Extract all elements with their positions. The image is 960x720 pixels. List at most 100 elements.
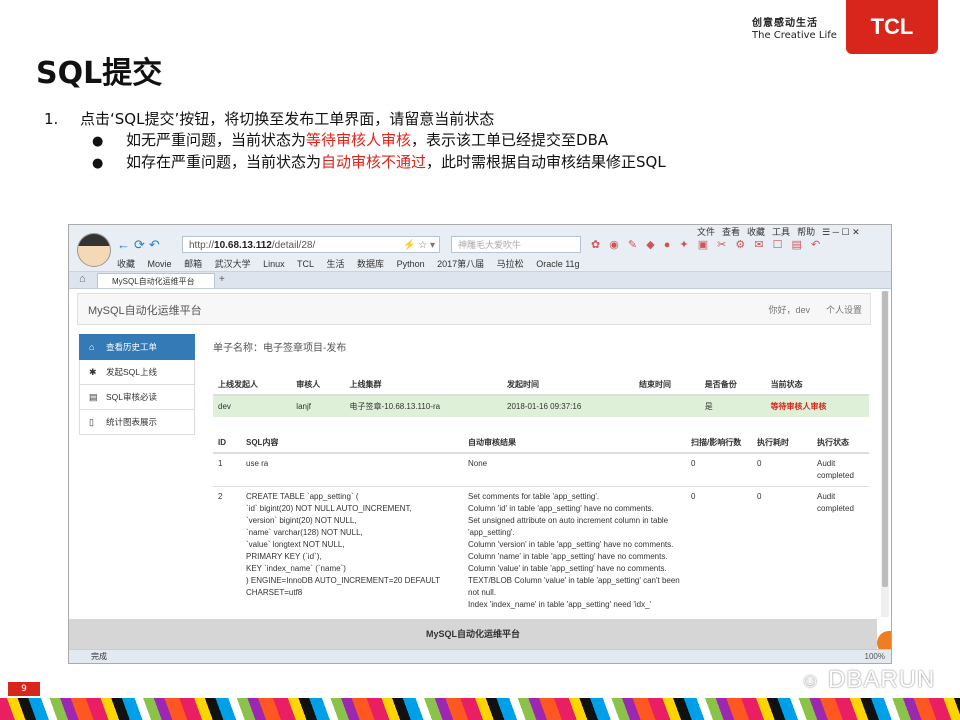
form-name: 单子名称：电子签章项目-发布 xyxy=(213,339,346,354)
col-header: 执行状态 xyxy=(812,433,869,454)
bookmark-item[interactable]: Python xyxy=(397,259,425,269)
cell-result: None xyxy=(463,452,686,487)
status-badge: 等待审核人审核 xyxy=(765,395,869,417)
menu-help[interactable]: 帮助 xyxy=(797,227,815,237)
workflow-table: 上线发起人 审核人 上线集群 发起时间 结束时间 是否备份 当前状态 dev l… xyxy=(213,375,869,417)
cell-time: 0 xyxy=(752,486,812,615)
tab-bar: ⌂ MySQL自动化运维平台 + xyxy=(69,272,891,289)
col-header: 上线发起人 xyxy=(213,375,292,396)
bookmark-item[interactable]: 武汉大学 xyxy=(215,259,251,269)
col-header: 扫描/影响行数 xyxy=(686,433,752,454)
sidebar-item-submit-sql[interactable]: ✱ 发起SQL上线 xyxy=(79,360,195,385)
app-footer: MySQL自动化运维平台 xyxy=(69,619,877,649)
table-header: ID SQL内容 自动审核结果 扫描/影响行数 执行耗时 执行状态 xyxy=(213,433,869,454)
address-bar[interactable]: http://10.68.13.112/detail/28/ ⚡ ☆ ▾ xyxy=(182,236,440,253)
scroll-thumb[interactable] xyxy=(882,291,888,587)
cell-cluster: 电子签章-10.68.13.110-ra xyxy=(344,395,503,417)
app-title[interactable]: MySQL自动化运维平台 xyxy=(88,302,202,318)
menu-view[interactable]: 查看 xyxy=(722,227,740,237)
sub2-pre: 如存在严重问题，当前状态为 xyxy=(126,153,322,171)
back-icon[interactable]: ← xyxy=(117,237,134,252)
address-path: /detail/28/ xyxy=(271,240,316,251)
cell-result: Set comments for table 'app_setting'. Co… xyxy=(463,486,686,615)
detail-table: ID SQL内容 自动审核结果 扫描/影响行数 执行耗时 执行状态 1 use … xyxy=(213,433,869,615)
cell-status: Audit completed xyxy=(812,452,869,487)
menu-tools[interactable]: 工具 xyxy=(772,227,790,237)
sidebar-item-history[interactable]: ⌂ 查看历史工单 xyxy=(79,334,195,360)
address-prefix: http:// xyxy=(189,240,215,251)
bookmark-item[interactable]: 收藏 xyxy=(117,259,135,269)
col-header: SQL内容 xyxy=(241,433,463,454)
bookmark-item[interactable]: Movie xyxy=(148,259,172,269)
cell-submitter: dev xyxy=(213,395,292,417)
cell-status: Audit completed xyxy=(812,486,869,615)
cell-end-time xyxy=(634,395,700,417)
new-tab-icon[interactable]: + xyxy=(219,274,225,285)
book-icon: ▤ xyxy=(89,392,98,402)
bullet-dot-icon: ● xyxy=(92,134,104,149)
cell-rows: 0 xyxy=(686,452,752,487)
asterisk-icon: ✱ xyxy=(89,367,97,377)
col-header: 当前状态 xyxy=(765,375,869,396)
settings-menu[interactable]: 个人设置 xyxy=(826,303,862,316)
avatar[interactable] xyxy=(77,233,111,267)
bookmark-item[interactable]: 邮箱 xyxy=(184,259,202,269)
sub1-post: ，表示该工单已经提交至DBA xyxy=(411,131,609,149)
table-row: dev lanjf 电子签章-10.68.13.110-ra 2018-01-1… xyxy=(213,395,869,417)
sub1-pre: 如无严重问题，当前状态为 xyxy=(126,131,307,149)
table-row: 1 use ra None 0 0 Audit completed xyxy=(213,452,869,487)
cell-id: 1 xyxy=(213,452,241,487)
cell-sql: use ra xyxy=(241,452,463,487)
slide-title: SQL提交 xyxy=(36,56,163,91)
form-name-label: 单子名称： xyxy=(213,343,263,354)
search-input[interactable]: 神雕毛大爱吹牛 xyxy=(451,236,581,253)
scrollbar[interactable] xyxy=(881,291,889,617)
browser-toolbar: ←⟳↶ http://10.68.13.112/detail/28/ ⚡ ☆ ▾… xyxy=(69,225,891,272)
bullet-text: 点击‘SQL提交’按钮，将切换至发布工单界面，请留意当前状态 xyxy=(80,110,495,128)
bookmark-item[interactable]: 马拉松 xyxy=(497,259,524,269)
home-icon[interactable]: ⌂ xyxy=(79,273,86,285)
cell-reviewer: lanjf xyxy=(291,395,345,417)
star-icon[interactable]: ⚡ ☆ ▾ xyxy=(403,237,435,254)
col-header: 执行耗时 xyxy=(752,433,812,454)
bookmark-item[interactable]: 生活 xyxy=(327,259,345,269)
form-name-value: 电子签章项目-发布 xyxy=(263,343,347,354)
sidebar-item-audit-guide[interactable]: ▤ SQL审核必读 xyxy=(79,385,195,410)
bullet-item-1: 1. 点击‘SQL提交’按钮，将切换至发布工单界面，请留意当前状态 xyxy=(44,109,666,130)
col-header: 结束时间 xyxy=(634,375,700,396)
zoom-level[interactable]: 100% xyxy=(865,650,885,663)
menu-file[interactable]: 文件 xyxy=(697,227,715,237)
browser-tab[interactable]: MySQL自动化运维平台 xyxy=(97,273,215,288)
bookmark-item[interactable]: 2017第八届 xyxy=(437,259,484,269)
table-header: 上线发起人 审核人 上线集群 发起时间 结束时间 是否备份 当前状态 xyxy=(213,375,869,396)
sub-bullet-2: ● 如存在严重问题，当前状态为自动审核不通过，此时需根据自动审核结果修正SQL xyxy=(44,152,666,174)
menu-favorites[interactable]: 收藏 xyxy=(747,227,765,237)
sub2-post: ，此时需根据自动审核结果修正SQL xyxy=(426,153,666,171)
cell-start-time: 2018-01-16 09:37:16 xyxy=(502,395,635,417)
bookmark-item[interactable]: TCL xyxy=(297,259,314,269)
col-header: 审核人 xyxy=(291,375,345,396)
refresh-icon[interactable]: ⟳ xyxy=(134,237,149,252)
table-row: 2 CREATE TABLE `app_setting` ( `id` bigi… xyxy=(213,486,869,615)
bullet-list: 1. 点击‘SQL提交’按钮，将切换至发布工单界面，请留意当前状态 ● 如无严重问题… xyxy=(44,109,666,174)
col-header: 是否备份 xyxy=(699,375,766,396)
sidebar-item-charts[interactable]: ▯ 统计图表展示 xyxy=(79,410,195,435)
col-header: 发起时间 xyxy=(502,375,635,396)
undo-icon[interactable]: ↶ xyxy=(149,237,164,252)
watermark-text: DBARUN xyxy=(827,666,936,693)
nav-buttons: ←⟳↶ xyxy=(117,237,164,253)
bookmark-item[interactable]: Oracle 11g xyxy=(536,259,579,269)
slogan-en: The Creative Life xyxy=(752,30,837,41)
file-icon: ▯ xyxy=(89,417,94,427)
app-header: MySQL自动化运维平台 你好，dev 个人设置 xyxy=(77,293,871,325)
slogan: 创意感动生活 The Creative Life xyxy=(752,18,837,42)
page-number: 9 xyxy=(8,682,40,696)
bullet-dot-icon: ● xyxy=(92,156,104,171)
sidebar-item-label: 发起SQL上线 xyxy=(106,367,158,377)
status-text: 完成 xyxy=(91,652,107,661)
window-controls[interactable]: ☰ ─ ☐ ✕ xyxy=(822,227,860,237)
cell-id: 2 xyxy=(213,486,241,615)
cell-backup: 是 xyxy=(699,395,766,417)
bookmark-item[interactable]: 数据库 xyxy=(357,259,384,269)
bookmark-item[interactable]: Linux xyxy=(263,259,285,269)
